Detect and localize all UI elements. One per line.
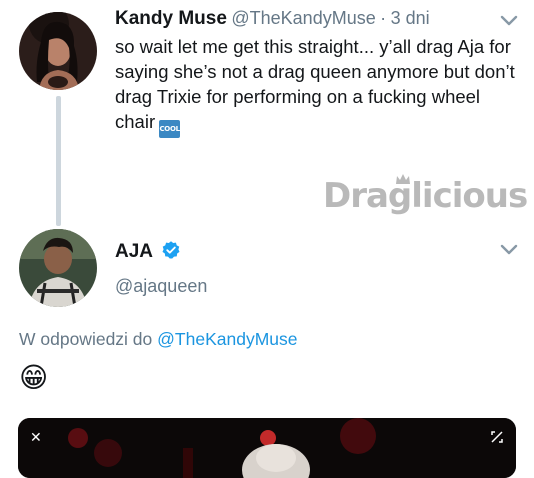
media-preview[interactable]: ✕: [18, 418, 516, 478]
media-image: [18, 418, 516, 478]
tweet-text: so wait let me get this straight... y’al…: [115, 36, 515, 132]
author-name[interactable]: AJA: [115, 241, 153, 262]
chevron-down-icon[interactable]: [499, 243, 519, 257]
reply-context: W odpowiedzi do @TheKandyMuse: [19, 329, 298, 350]
author-name[interactable]: Kandy Muse: [115, 8, 227, 29]
author-handle[interactable]: @ajaqueen: [115, 276, 207, 297]
reply-mention-link[interactable]: @TheKandyMuse: [157, 329, 297, 349]
verified-badge-icon: [162, 241, 180, 259]
avatar-aja[interactable]: [19, 229, 97, 307]
cool-button-emoji: COOL: [159, 120, 181, 138]
author-handle[interactable]: @TheKandyMuse: [231, 8, 375, 28]
separator: ·: [380, 8, 387, 28]
avatar-kandy-muse[interactable]: [19, 12, 97, 90]
crown-icon: [396, 174, 410, 184]
tweet-time[interactable]: 3 dni: [391, 8, 430, 28]
thread-connector-line: [56, 96, 61, 226]
chevron-down-icon[interactable]: [499, 14, 519, 28]
grinning-face-emoji: 😁: [19, 362, 49, 393]
tweet2-header: AJA: [115, 240, 181, 263]
reply-prefix: W odpowiedzi do: [19, 329, 153, 349]
tweet-body: so wait let me get this straight... y’al…: [115, 34, 525, 138]
watermark-logo: Draglicious: [323, 176, 528, 216]
expand-icon[interactable]: [490, 430, 504, 444]
tweet1-header: Kandy Muse @TheKandyMuse · 3 dni: [115, 8, 430, 30]
close-icon[interactable]: ✕: [30, 430, 42, 446]
